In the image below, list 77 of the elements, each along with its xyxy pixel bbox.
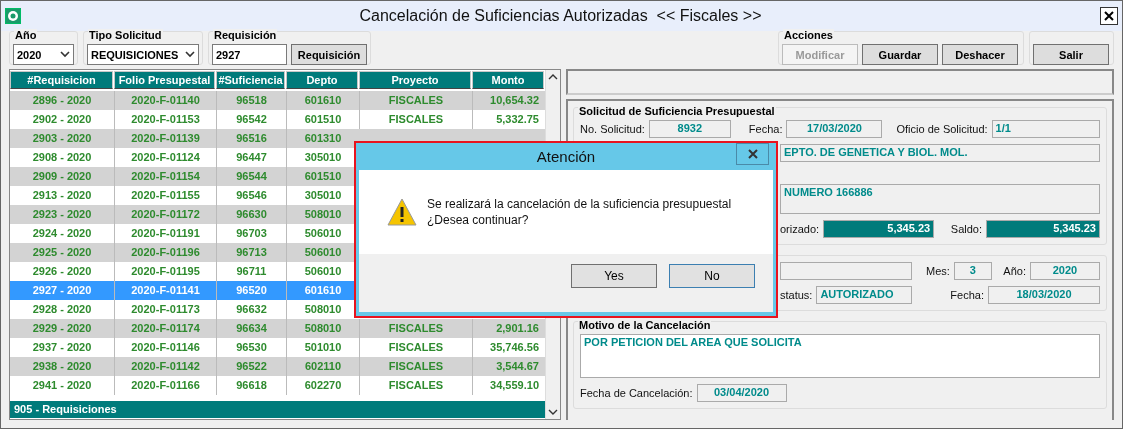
warning-icon <box>387 198 417 226</box>
section-title: Motivo de la Cancelación <box>578 319 712 331</box>
field-label: Saldo: <box>950 223 982 235</box>
table-cell-text: 2903 - 2020 <box>31 131 93 146</box>
requisition-label: Requisición <box>213 29 278 41</box>
column-header[interactable]: #Requisicion <box>10 71 113 89</box>
field-label: Fecha: <box>748 123 783 135</box>
table-cell-text: 2913 - 2020 <box>31 188 93 203</box>
month-field: 3 <box>953 262 992 280</box>
table-cell: 2020-F-01166 <box>114 376 216 395</box>
year-label: Año <box>14 29 38 41</box>
department-field: EPTO. DE GENETICA Y BIOL. MOL. <box>780 144 1100 162</box>
action-button[interactable]: Deshacer <box>942 44 1018 65</box>
table-cell: FISCALES <box>359 376 472 395</box>
field-label: No. Solicitud: <box>580 123 645 135</box>
table-cell-text: 2937 - 2020 <box>31 340 93 355</box>
table-row[interactable]: 2896 - 2020 2020-F-01140 96518 601610 FISCALES 10,654.32 <box>10 91 545 110</box>
requisition-field[interactable]: 2927 <box>212 44 287 65</box>
balance-field: 5,345.23 <box>986 220 1100 238</box>
field-label: Oficio de Solicitud: <box>896 123 988 135</box>
description-field: NUMERO 166886 <box>780 184 1100 214</box>
type-dropdown[interactable]: REQUISICIONES <box>87 44 199 65</box>
exit-button[interactable]: Salir <box>1033 44 1109 65</box>
column-header[interactable]: #Suficiencia <box>216 71 285 89</box>
field-label: orizado: <box>780 223 820 235</box>
requisition-button[interactable]: Requisición <box>291 44 367 65</box>
field-label: Fecha: <box>950 289 984 301</box>
table-cell-text: 2941 - 2020 <box>31 378 93 393</box>
close-button[interactable] <box>736 143 769 165</box>
table-cell-text: 2924 - 2020 <box>31 226 93 241</box>
actions-label: Acciones <box>783 29 834 41</box>
table-cell-text: 2927 - 2020 <box>31 283 93 298</box>
dialog-button[interactable]: No <box>669 264 755 288</box>
table-cell-text: 2909 - 2020 <box>31 169 93 184</box>
close-button[interactable] <box>1100 7 1118 25</box>
table-cell-text: 2923 - 2020 <box>31 207 93 222</box>
table-cell-text: 2925 - 2020 <box>31 245 93 260</box>
column-header[interactable]: Proyecto <box>359 71 471 89</box>
section-title: Solicitud de Suficiencia Presupuestal <box>578 105 776 117</box>
reason-field[interactable]: POR PETICION DEL AREA QUE SOLICITA <box>580 334 1100 378</box>
request-number-field: 8932 <box>648 120 731 138</box>
column-header[interactable]: Folio Presupestal <box>114 71 215 89</box>
table-cell-text: 2908 - 2020 <box>31 150 93 165</box>
scroll-up-icon[interactable] <box>548 73 558 81</box>
office-field: 1/1 <box>991 120 1100 138</box>
column-header[interactable]: Monto <box>472 71 544 89</box>
type-label: Tipo Solicitud <box>88 29 163 41</box>
year-dropdown[interactable]: 2020 <box>13 44 74 65</box>
window-title: Cancelación de Suficiencias Autorizadas << Fiscales >> <box>358 7 763 25</box>
cancellation-date-field: 03/04/2020 <box>696 384 787 402</box>
table-footer: 905 - Requisiciones <box>10 401 545 418</box>
table-cell: 602270 <box>286 376 359 395</box>
status-date-field: 18/03/2020 <box>988 286 1100 304</box>
table-cell-text: 2926 - 2020 <box>31 264 93 279</box>
request-date-field: 17/03/2020 <box>786 120 883 138</box>
table-cell-text: 2938 - 2020 <box>31 359 93 374</box>
scroll-down-icon[interactable] <box>548 408 558 416</box>
action-button[interactable]: Guardar <box>862 44 938 65</box>
app-logo-icon <box>5 8 21 24</box>
status-field: AUTORIZADO <box>816 286 913 304</box>
table-row[interactable]: 2938 - 2020 2020-F-01142 96522 602110 FISCALES 3,544.67 <box>10 357 545 376</box>
close-icon <box>1104 11 1114 21</box>
field-label: Año: <box>1003 265 1026 277</box>
field-label: Fecha de Cancelación: <box>580 387 693 399</box>
column-header[interactable]: Depto <box>286 71 358 89</box>
table-cell-text: 2928 - 2020 <box>31 302 93 317</box>
authorized-amount-field: 5,345.23 <box>823 220 935 238</box>
close-icon <box>747 149 758 159</box>
table-cell-text: 2929 - 2020 <box>31 321 93 336</box>
table-cell-text: 2896 - 2020 <box>31 93 93 108</box>
table-row[interactable]: 2929 - 2020 2020-F-01174 96634 508010 FISCALES 2,901.16 <box>10 319 545 338</box>
field-label: status: <box>780 289 813 301</box>
table-cell: 96618 <box>216 376 286 395</box>
table-cell-text: 2902 - 2020 <box>31 112 93 127</box>
dialog-button[interactable]: Yes <box>571 264 657 288</box>
field-label: Mes: <box>926 265 950 277</box>
year-field: 2020 <box>1030 262 1100 280</box>
